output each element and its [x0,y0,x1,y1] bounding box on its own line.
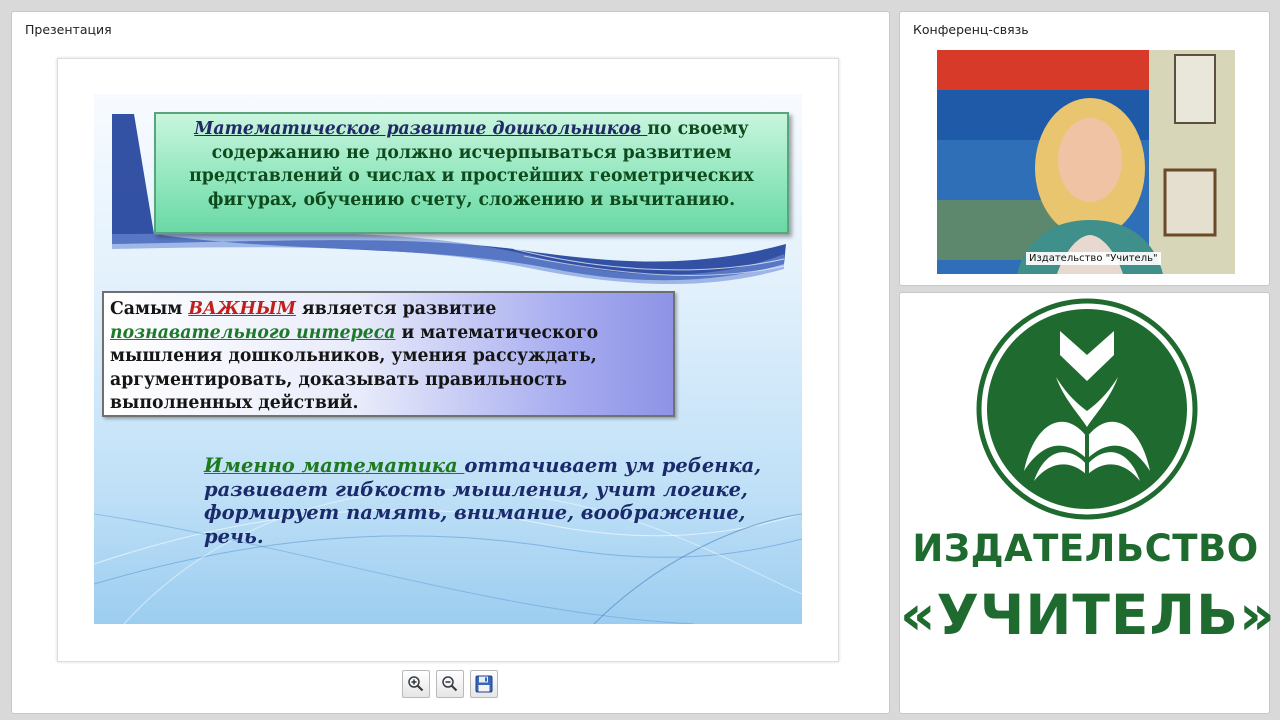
zoom-in-icon [408,676,424,692]
participant-name-label: Издательство "Учитель" [1026,252,1161,265]
publisher-name-line-1: ИЗДАТЕЛЬСТВО [912,527,1259,570]
para3-lead-text: Именно математика [204,454,465,477]
zoom-out-icon [442,676,458,692]
slide: Математическое развитие дошкольников по … [94,94,802,624]
slide-paragraph-3: Именно математика оттачивает ум ребенка,… [204,454,784,548]
participant-video-image [937,50,1235,274]
presentation-panel-title: Презентация [25,22,112,37]
floppy-disk-icon [475,675,493,693]
video-feed[interactable]: Издательство "Учитель" [937,50,1235,274]
publisher-logo-panel: ИЗДАТЕЛЬСТВО «УЧИТЕЛЬ» [899,292,1276,714]
save-button[interactable] [470,670,498,698]
box2-emphasis: ВАЖНЫМ [188,299,296,319]
zoom-out-button[interactable] [436,670,464,698]
publisher-name-line-2: «УЧИТЕЛЬ» [900,583,1276,647]
slide-text-box-1: Математическое развитие дошкольников по … [154,112,789,234]
zoom-in-button[interactable] [402,670,430,698]
conference-panel-title: Конференц-связь [913,22,1029,37]
box2-text-2: является развитие [295,299,497,319]
slide-frame: Математическое развитие дошкольников по … [57,58,839,662]
conference-panel: Конференц-связь Издательство "Учитель" [899,11,1270,286]
publisher-logo-icon [976,298,1198,520]
box2-text-1: Самым [110,299,189,319]
presentation-panel: Презентация Математическое развитие дошк… [11,11,890,714]
slide-text-box-2: Самым ВАЖНЫМ является развитие познавате… [102,291,675,417]
box1-lead-text: Математическое развитие дошкольников [194,119,648,139]
box2-green-text: познавательного интереса [110,322,396,343]
